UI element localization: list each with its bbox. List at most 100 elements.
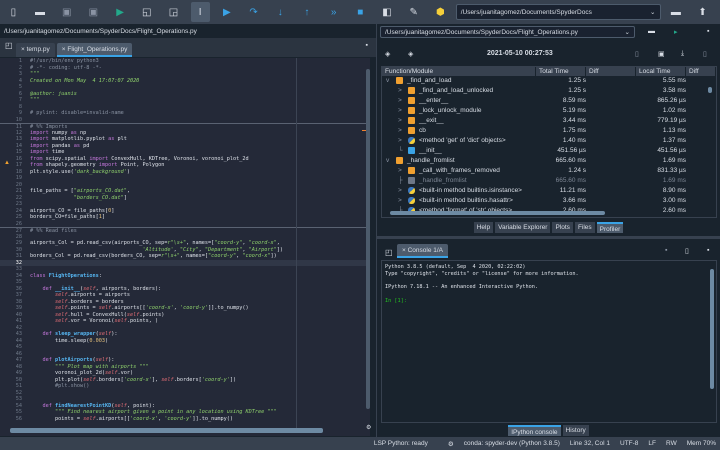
settings-icon[interactable]: ⚙ (366, 424, 371, 431)
stop-icon[interactable]: ■ (351, 2, 370, 22)
new-file-icon[interactable]: ▯ (4, 2, 23, 22)
tab-history[interactable]: History (562, 425, 589, 436)
table-row[interactable]: > _call_with_frames_removed 1.24 s 831.33 µ… (382, 166, 716, 176)
column-local-time[interactable]: Local Time (636, 67, 686, 76)
tab-files[interactable]: Files (574, 222, 595, 233)
chevron-down-icon[interactable]: v (386, 156, 396, 166)
tab-console[interactable]: × Console 1/A (397, 244, 449, 258)
options-menu-icon[interactable]: ▪ (707, 247, 709, 254)
browse-folder-icon[interactable]: ▬ (667, 2, 686, 22)
close-icon[interactable]: × (62, 46, 66, 53)
vertical-scrollbar[interactable] (710, 269, 714, 389)
column-total-time[interactable]: Total Time (536, 67, 586, 76)
table-row[interactable]: └ __init__ 451.56 µs 451.56 µs (382, 146, 716, 156)
working-directory-combo[interactable]: /Users/juanitagomez/Documents/SpyderDocs… (455, 4, 661, 20)
chevron-right-icon[interactable]: > (398, 116, 408, 126)
step-into-icon[interactable]: ↓ (271, 2, 290, 22)
chevron-right-icon[interactable]: > (398, 96, 408, 106)
vertical-scrollbar[interactable] (708, 87, 712, 93)
options-menu-icon[interactable]: ▪ (707, 28, 709, 35)
code-token: .airports[[ (95, 415, 130, 422)
chevron-right-icon[interactable]: > (398, 196, 408, 206)
table-row[interactable]: > _find_and_load_unlocked 1.25 s 3.58 ms (382, 86, 716, 96)
step-icon[interactable]: ↷ (244, 2, 263, 22)
chevron-right-icon[interactable]: > (398, 136, 408, 146)
save-data-icon[interactable]: ▣ (658, 50, 665, 58)
profiler-file-combo[interactable]: /Users/juanitagomez/Documents/SpyderDocs… (380, 26, 635, 38)
browse-icon[interactable]: ▬ (648, 28, 655, 35)
table-row[interactable]: v _handle_fromlist 665.60 ms 1.69 ms (382, 156, 716, 166)
parent-directory-icon[interactable]: ⬆ (693, 2, 712, 22)
line-number: 10 (15, 116, 22, 123)
wrench-icon[interactable]: ✎ (404, 2, 423, 22)
interrupt-icon[interactable]: ▪ (665, 247, 667, 254)
chevron-right-icon[interactable]: > (398, 126, 408, 136)
column-local-diff[interactable]: Diff (686, 67, 716, 76)
tab-flight-operations[interactable]: × Flight_Operations.py (56, 43, 133, 57)
load-data-icon[interactable]: ⤓ (681, 50, 684, 58)
clear-icon[interactable]: ▯ (703, 50, 707, 58)
table-row[interactable]: > <method 'get' of 'dict' objects> 1.40 ms… (382, 136, 716, 146)
table-row[interactable]: v _find_and_load 1.25 s 5.55 ms (382, 76, 716, 86)
run-selection-icon[interactable]: I (190, 2, 210, 22)
chevron-right-icon[interactable]: > (398, 86, 408, 96)
close-icon[interactable]: × (21, 46, 25, 53)
save-all-icon[interactable]: ▣ (84, 2, 103, 22)
options-menu-icon[interactable]: ▪ (366, 42, 368, 49)
run-icon[interactable]: ▶ (111, 2, 130, 22)
code-token: "coord-x" (242, 253, 271, 259)
close-icon[interactable]: × (402, 247, 406, 254)
horizontal-scrollbar[interactable] (10, 428, 323, 433)
chevron-right-icon[interactable]: > (398, 166, 408, 176)
file-mode: RW (666, 440, 677, 447)
open-file-icon[interactable]: ▬ (31, 2, 50, 22)
conda-status: conda: spyder-dev (Python 3.8.5) (463, 440, 560, 447)
tab-ipython-console[interactable]: IPython console (508, 425, 561, 436)
run-profiler-icon[interactable]: ▸ (674, 28, 678, 36)
continue-icon[interactable]: » (324, 2, 343, 22)
tab-variable-explorer[interactable]: Variable Explorer (495, 222, 551, 233)
debug-icon[interactable]: ▶ (218, 2, 237, 22)
splitter[interactable] (377, 236, 720, 239)
tab-help[interactable]: Help (473, 222, 494, 233)
code-editor[interactable]: 1 #!/usr/bin/env python3 2 # -*- coding: ut… (0, 58, 370, 436)
ipython-console[interactable]: Python 3.8.5 (default, Sep 4 2020, 02:22… (381, 260, 717, 423)
table-row[interactable]: > _lock_unlock_module 5.19 ms 1.02 ms (382, 106, 716, 116)
tab-plots[interactable]: Plots (552, 222, 573, 233)
python-icon[interactable]: ⬢ (431, 2, 450, 22)
run-cell-icon[interactable]: ◱ (137, 2, 156, 22)
chevron-down-icon[interactable]: v (386, 76, 396, 86)
table-row[interactable]: > __enter__ 8.59 ms 865.26 µs (382, 96, 716, 106)
step-return-icon[interactable]: ↑ (298, 2, 317, 22)
run-cell-advance-icon[interactable]: ◲ (164, 2, 183, 22)
code-token: plt.plot( (30, 376, 84, 383)
local-time: 2.60 ms (662, 207, 686, 214)
maximize-pane-icon[interactable]: ◧ (378, 2, 397, 22)
table-row[interactable]: > <built-in method builtins.hasattr> 3.66 … (382, 196, 716, 206)
tab-temp[interactable]: × temp.py (16, 43, 55, 57)
browse-tabs-icon[interactable]: ◰ (385, 248, 393, 257)
total-time: 1.25 s (568, 87, 586, 94)
table-row[interactable]: ├ _handle_fromlist 665.60 ms 1.69 ms (382, 176, 716, 186)
collapse-all-icon[interactable]: ◈ (408, 50, 413, 58)
save-icon[interactable]: ▣ (57, 2, 76, 22)
compare-icon[interactable]: ▯ (635, 50, 639, 58)
function-icon (408, 126, 415, 134)
vertical-scrollbar[interactable] (366, 69, 370, 409)
console-prompt[interactable]: In [1]: (385, 298, 713, 304)
table-row[interactable]: > __exit__ 3.44 ms 779.19 µs (382, 116, 716, 126)
column-diff[interactable]: Diff (586, 67, 636, 76)
browse-tabs-icon[interactable]: ◰ (5, 41, 13, 50)
tab-profiler[interactable]: Profiler (596, 222, 624, 233)
chevron-right-icon[interactable]: > (398, 186, 408, 196)
table-row[interactable]: > cb 1.75 ms 1.13 ms (382, 126, 716, 136)
horizontal-scrollbar[interactable] (390, 211, 605, 215)
column-function[interactable]: Function/Module (382, 67, 536, 76)
code-token: import (30, 149, 49, 155)
table-row[interactable]: > <built-in method builtins.isinstance> 11… (382, 186, 716, 196)
expand-all-icon[interactable]: ◈ (385, 50, 390, 58)
chevron-right-icon[interactable]: > (398, 106, 408, 116)
clipboard-icon[interactable]: ▯ (685, 247, 689, 255)
code-token: 0.003 (89, 337, 105, 344)
code-token: self (55, 298, 68, 305)
